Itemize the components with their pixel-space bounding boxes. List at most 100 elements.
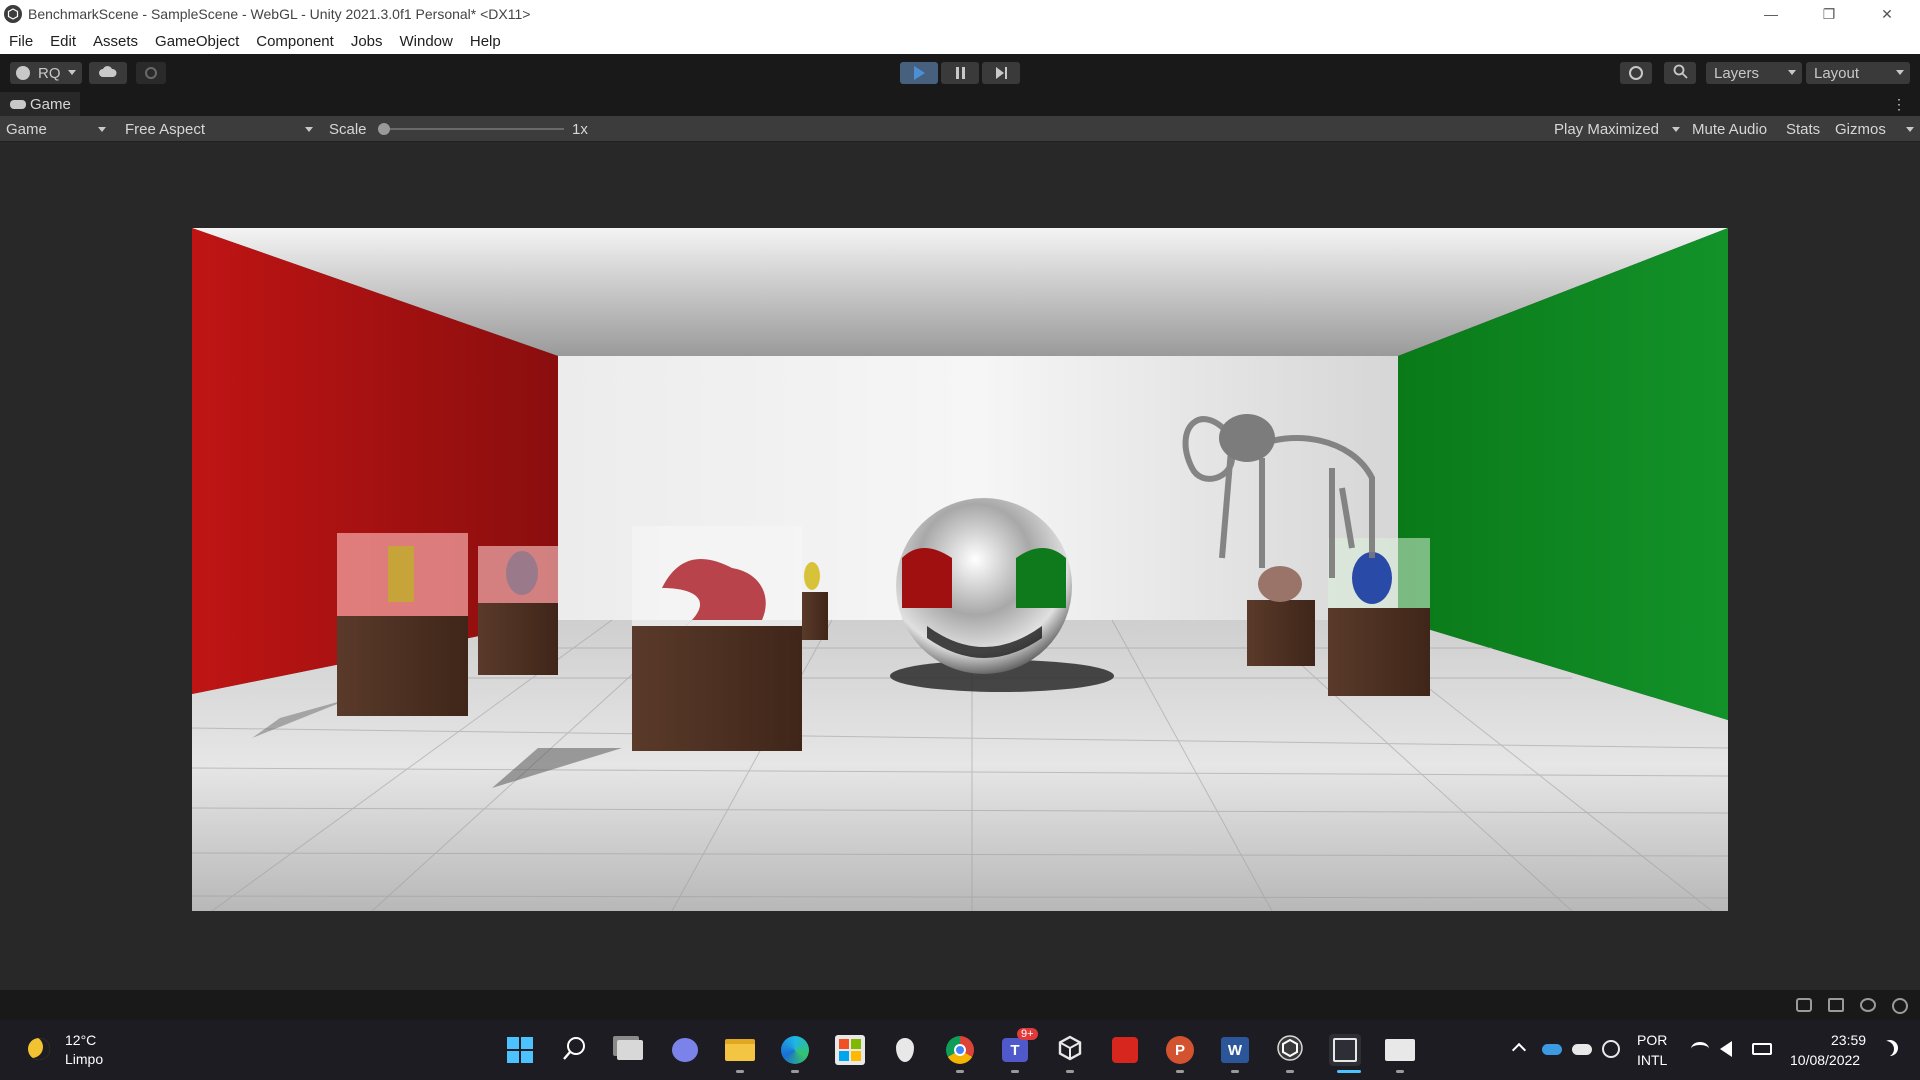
notification-badge: 9+ xyxy=(1017,1028,1038,1040)
start-button[interactable] xyxy=(504,1034,536,1066)
mute-audio-button[interactable]: Mute Audio xyxy=(1692,119,1767,139)
account-label: RQ xyxy=(38,64,61,82)
progress-icon[interactable] xyxy=(1860,998,1876,1012)
terminal-button[interactable] xyxy=(1384,1034,1416,1066)
cache-icon[interactable] xyxy=(1828,998,1844,1012)
word-button[interactable]: W xyxy=(1219,1034,1251,1066)
play-icon xyxy=(913,66,925,80)
debug-icon[interactable] xyxy=(1796,998,1812,1012)
alienware-button[interactable] xyxy=(889,1034,921,1066)
edge-browser-icon xyxy=(781,1036,809,1064)
status-check-icon[interactable] xyxy=(1892,998,1908,1014)
word-icon: W xyxy=(1221,1037,1249,1063)
alien-head-icon xyxy=(896,1038,914,1062)
stats-button[interactable]: Stats xyxy=(1786,119,1820,139)
onedrive-icon[interactable] xyxy=(1542,1044,1562,1055)
battery-icon[interactable] xyxy=(1752,1043,1772,1055)
game-viewport[interactable] xyxy=(192,228,1728,911)
running-indicator xyxy=(1066,1070,1074,1073)
teams-button[interactable]: T 9+ xyxy=(999,1028,1038,1066)
volume-icon[interactable] xyxy=(1720,1041,1732,1057)
chevron-down-icon xyxy=(1896,70,1904,75)
search-button[interactable] xyxy=(1664,62,1696,84)
minimize-button[interactable]: — xyxy=(1742,0,1800,28)
acrobat-button[interactable] xyxy=(1109,1034,1141,1066)
menu-jobs[interactable]: Jobs xyxy=(351,33,383,50)
microsoft-store-button[interactable] xyxy=(834,1034,866,1066)
teams-icon: T xyxy=(1002,1038,1028,1062)
menu-edit[interactable]: Edit xyxy=(50,33,76,50)
powerpoint-button[interactable]: P xyxy=(1164,1034,1196,1066)
chrome-browser-icon xyxy=(946,1036,974,1064)
main-toolbar: RQ Layers Layout xyxy=(0,54,1920,92)
gizmos-dropdown[interactable] xyxy=(1896,119,1918,139)
chevron-down-icon xyxy=(1788,70,1796,75)
menu-assets[interactable]: Assets xyxy=(93,33,138,50)
file-explorer-button[interactable] xyxy=(724,1034,756,1066)
step-icon xyxy=(995,67,1007,79)
unity-cube-icon xyxy=(1057,1035,1083,1065)
layout-dropdown[interactable]: Layout xyxy=(1806,62,1910,84)
edge-button[interactable] xyxy=(779,1034,811,1066)
play-button[interactable] xyxy=(900,62,938,84)
wifi-icon[interactable] xyxy=(1691,1042,1709,1056)
unity-hub-button[interactable] xyxy=(1054,1034,1086,1066)
maximize-button[interactable]: ❐ xyxy=(1800,0,1858,28)
history-icon xyxy=(1629,66,1643,80)
weather-widget[interactable]: 12°C Limpo xyxy=(24,1032,144,1072)
chrome-button[interactable] xyxy=(944,1034,976,1066)
windows-taskbar: 12°C Limpo T 9+ P W POR INTL 23:59 10/08… xyxy=(0,1020,1920,1080)
clock-time[interactable]: 23:59 xyxy=(1831,1032,1866,1048)
task-view-button[interactable] xyxy=(614,1034,646,1066)
gizmos-button[interactable]: Gizmos xyxy=(1835,119,1886,139)
display-dropdown[interactable]: Game xyxy=(2,119,110,139)
keyboard-layout-indicator[interactable]: INTL xyxy=(1637,1052,1667,1068)
running-indicator xyxy=(956,1070,964,1073)
layers-dropdown[interactable]: Layers xyxy=(1706,62,1802,84)
snipping-icon xyxy=(1333,1038,1357,1062)
running-indicator xyxy=(736,1070,744,1073)
game-view-controls: Game Free Aspect Scale 1x Play Maximized… xyxy=(0,116,1920,142)
collab-icon xyxy=(145,67,157,79)
aspect-select-value: Free Aspect xyxy=(125,120,206,138)
weather-temperature: 12°C xyxy=(65,1032,97,1048)
taskbar-search-button[interactable] xyxy=(559,1034,591,1066)
teams-chat-button[interactable] xyxy=(669,1034,701,1066)
moon-icon xyxy=(28,1038,50,1060)
active-indicator xyxy=(1337,1070,1361,1073)
aspect-dropdown[interactable]: Free Aspect xyxy=(121,119,317,139)
clock-date[interactable]: 10/08/2022 xyxy=(1790,1052,1860,1068)
cloud-icon[interactable] xyxy=(1572,1044,1592,1055)
menu-file[interactable]: File xyxy=(9,33,33,50)
moon-icon[interactable] xyxy=(1882,1040,1898,1056)
display-select-value: Game xyxy=(6,120,47,138)
terminal-icon xyxy=(1385,1039,1415,1061)
play-maximized-label: Play Maximized xyxy=(1554,120,1660,138)
unity-editor-button[interactable] xyxy=(1274,1034,1306,1066)
scale-slider[interactable] xyxy=(378,123,564,135)
snipping-tool-button[interactable] xyxy=(1329,1034,1361,1066)
language-indicator[interactable]: POR xyxy=(1637,1032,1667,1048)
close-button[interactable]: ✕ xyxy=(1858,0,1916,28)
weather-condition: Limpo xyxy=(65,1051,104,1067)
pause-button[interactable] xyxy=(941,62,979,84)
step-button[interactable] xyxy=(982,62,1020,84)
collab-button[interactable] xyxy=(136,62,166,84)
menu-help[interactable]: Help xyxy=(470,33,501,50)
tab-game[interactable]: Game xyxy=(0,92,80,116)
sync-icon[interactable] xyxy=(1602,1040,1620,1058)
menu-gameobject[interactable]: GameObject xyxy=(155,33,239,50)
chevron-down-icon xyxy=(98,127,106,132)
cloud-button[interactable] xyxy=(89,62,127,84)
menu-component[interactable]: Component xyxy=(256,33,334,50)
running-indicator xyxy=(1231,1070,1239,1073)
play-maximized-dropdown[interactable]: Play Maximized xyxy=(1550,119,1684,139)
account-icon xyxy=(16,66,30,80)
history-button[interactable] xyxy=(1620,62,1652,84)
scale-slider-handle[interactable] xyxy=(378,123,390,135)
account-dropdown[interactable]: RQ xyxy=(10,62,82,84)
chevron-up-icon[interactable] xyxy=(1511,1042,1527,1058)
store-bag-icon xyxy=(835,1035,865,1065)
menu-window[interactable]: Window xyxy=(400,33,453,50)
more-options-icon[interactable]: ⋮ xyxy=(1892,96,1906,112)
